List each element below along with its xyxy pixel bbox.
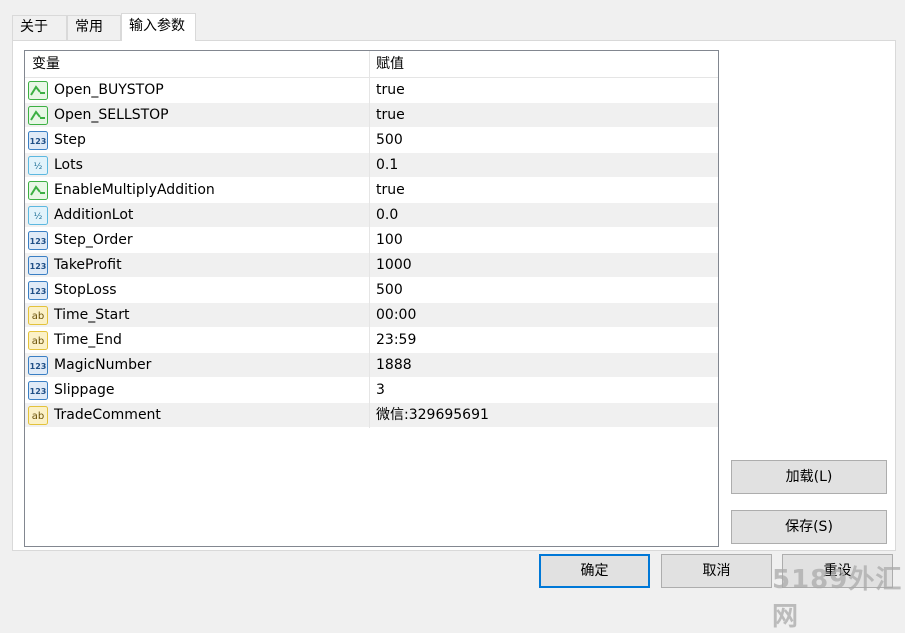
table-row[interactable]: Open_SELLSTOP true xyxy=(25,103,718,128)
bool-icon xyxy=(28,81,48,100)
variable-cell[interactable]: ½ AdditionLot xyxy=(25,203,370,228)
variable-name: Time_End xyxy=(54,332,122,348)
value-cell[interactable]: 1000 xyxy=(370,253,718,278)
ok-button[interactable]: 确定 xyxy=(539,554,650,588)
variable-cell[interactable]: EnableMultiplyAddition xyxy=(25,178,370,203)
variable-name: Time_Start xyxy=(54,307,130,323)
value-cell[interactable]: true xyxy=(370,78,718,103)
string-icon: ab xyxy=(28,331,48,350)
table-row[interactable]: EnableMultiplyAddition true xyxy=(25,178,718,203)
bool-icon xyxy=(28,106,48,125)
variable-name: EnableMultiplyAddition xyxy=(54,182,215,198)
table-row[interactable]: ab Time_End 23:59 xyxy=(25,328,718,353)
table-row[interactable]: Open_BUYSTOP true xyxy=(25,78,718,103)
int-icon: 123 xyxy=(28,356,48,375)
column-header-value[interactable]: 赋值 xyxy=(370,51,718,77)
table-row[interactable]: 123 StopLoss 500 xyxy=(25,278,718,303)
tab-input-parameters[interactable]: 输入参数 xyxy=(121,13,196,41)
variable-name: Open_BUYSTOP xyxy=(54,82,164,98)
table-row[interactable]: 123 Step 500 xyxy=(25,128,718,153)
table-row[interactable]: 123 Step_Order 100 xyxy=(25,228,718,253)
variable-name: Slippage xyxy=(54,382,115,398)
parameters-table: 变量 赋值 Open_BUYSTOP true Open_SELLSTOP true 1… xyxy=(24,50,719,547)
variable-cell[interactable]: 123 Step_Order xyxy=(25,228,370,253)
string-icon: ab xyxy=(28,306,48,325)
variable-cell[interactable]: 123 TakeProfit xyxy=(25,253,370,278)
value-cell[interactable]: 500 xyxy=(370,278,718,303)
value-cell[interactable]: 3 xyxy=(370,378,718,403)
watermark-logo: 5189外汇网 xyxy=(772,565,903,632)
table-body: Open_BUYSTOP true Open_SELLSTOP true 123 Step… xyxy=(25,78,718,428)
column-header-variable[interactable]: 变量 xyxy=(25,51,370,77)
table-row[interactable]: ½ Lots 0.1 xyxy=(25,153,718,178)
variable-name: TakeProfit xyxy=(54,257,122,273)
variable-cell[interactable]: ab TradeComment xyxy=(25,403,370,428)
value-cell[interactable]: 1888 xyxy=(370,353,718,378)
variable-name: Open_SELLSTOP xyxy=(54,107,169,123)
svg-text:123: 123 xyxy=(30,387,47,396)
variable-name: MagicNumber xyxy=(54,357,152,373)
variable-name: AdditionLot xyxy=(54,207,134,223)
svg-text:123: 123 xyxy=(30,237,47,246)
variable-cell[interactable]: Open_BUYSTOP xyxy=(25,78,370,103)
tab-about[interactable]: 关于 xyxy=(12,15,67,40)
variable-cell[interactable]: 123 Step xyxy=(25,128,370,153)
svg-text:½: ½ xyxy=(34,162,43,172)
variable-name: Step xyxy=(54,132,86,148)
value-cell[interactable]: 微信:329695691 xyxy=(370,403,718,428)
value-cell[interactable]: 00:00 xyxy=(370,303,718,328)
save-button[interactable]: 保存(S) xyxy=(731,510,887,544)
value-cell[interactable]: true xyxy=(370,178,718,203)
cancel-button[interactable]: 取消 xyxy=(661,554,772,588)
value-cell[interactable]: 500 xyxy=(370,128,718,153)
variable-cell[interactable]: Open_SELLSTOP xyxy=(25,103,370,128)
variable-cell[interactable]: 123 MagicNumber xyxy=(25,353,370,378)
svg-text:½: ½ xyxy=(34,212,43,222)
int-icon: 123 xyxy=(28,281,48,300)
int-icon: 123 xyxy=(28,131,48,150)
value-cell[interactable]: 100 xyxy=(370,228,718,253)
variable-cell[interactable]: ½ Lots xyxy=(25,153,370,178)
table-row[interactable]: ½ AdditionLot 0.0 xyxy=(25,203,718,228)
value-cell[interactable]: true xyxy=(370,103,718,128)
variable-name: StopLoss xyxy=(54,282,117,298)
variable-cell[interactable]: 123 Slippage xyxy=(25,378,370,403)
table-row[interactable]: 123 Slippage 3 xyxy=(25,378,718,403)
table-row[interactable]: 123 MagicNumber 1888 xyxy=(25,353,718,378)
value-cell[interactable]: 0.0 xyxy=(370,203,718,228)
variable-cell[interactable]: 123 StopLoss xyxy=(25,278,370,303)
int-icon: 123 xyxy=(28,231,48,250)
double-icon: ½ xyxy=(28,156,48,175)
load-button[interactable]: 加载(L) xyxy=(731,460,887,494)
table-row[interactable]: ab Time_Start 00:00 xyxy=(25,303,718,328)
variable-cell[interactable]: ab Time_Start xyxy=(25,303,370,328)
svg-text:ab: ab xyxy=(32,411,44,422)
svg-text:123: 123 xyxy=(30,262,47,271)
svg-text:123: 123 xyxy=(30,137,47,146)
variable-name: TradeComment xyxy=(54,407,161,423)
svg-text:ab: ab xyxy=(32,311,44,322)
int-icon: 123 xyxy=(28,256,48,275)
table-row[interactable]: ab TradeComment 微信:329695691 xyxy=(25,403,718,428)
bool-icon xyxy=(28,181,48,200)
svg-text:ab: ab xyxy=(32,336,44,347)
variable-name: Lots xyxy=(54,157,83,173)
double-icon: ½ xyxy=(28,206,48,225)
svg-text:123: 123 xyxy=(30,287,47,296)
variable-cell[interactable]: ab Time_End xyxy=(25,328,370,353)
value-cell[interactable]: 23:59 xyxy=(370,328,718,353)
svg-text:123: 123 xyxy=(30,362,47,371)
tab-common[interactable]: 常用 xyxy=(67,15,121,40)
variable-name: Step_Order xyxy=(54,232,133,248)
string-icon: ab xyxy=(28,406,48,425)
table-row[interactable]: 123 TakeProfit 1000 xyxy=(25,253,718,278)
table-header: 变量 赋值 xyxy=(25,51,718,78)
value-cell[interactable]: 0.1 xyxy=(370,153,718,178)
int-icon: 123 xyxy=(28,381,48,400)
